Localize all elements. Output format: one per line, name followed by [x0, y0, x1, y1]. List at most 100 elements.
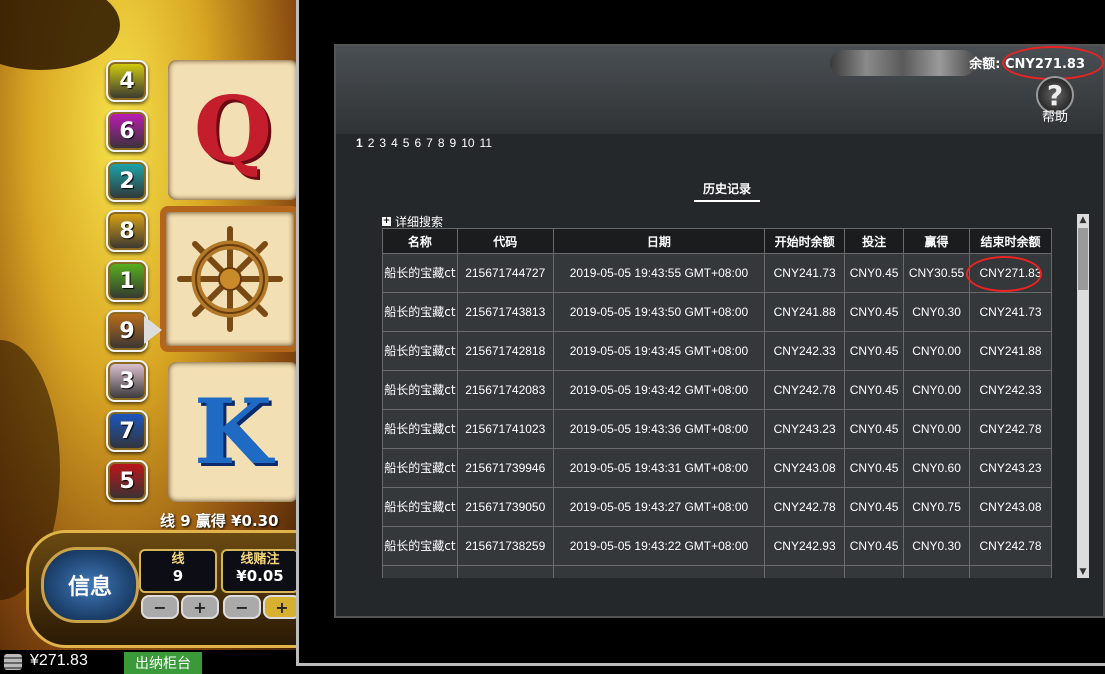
help-label[interactable]: 帮助: [1042, 106, 1068, 125]
cashier-button[interactable]: 出纳柜台: [124, 652, 202, 674]
cell-win: CNY0.30: [903, 526, 971, 566]
column-header: 投注: [844, 228, 905, 254]
game-control-panel: 信息 线 9 线赌注 ¥0.05 − + − +: [26, 530, 322, 648]
page-link[interactable]: 3: [379, 136, 386, 150]
cell-date: 2019-05-05 19:43:27 GMT+08:00: [552, 487, 766, 527]
cell-end: CNY241.73: [969, 292, 1052, 332]
expand-plus-icon[interactable]: +: [382, 217, 391, 226]
ship-wheel-icon: [177, 226, 283, 332]
cell-date: 2019-05-05 19:43:55 GMT+08:00: [552, 253, 766, 293]
cell-end: CNY242.78: [969, 526, 1052, 566]
scroll-up-icon[interactable]: ▲: [1077, 214, 1089, 226]
cell-end: CNY243.08: [969, 487, 1052, 527]
cell-code: 215671738259: [456, 526, 554, 566]
table-row: 船长的宝藏ct 215671741023 2019-05-05 19:43:36 G…: [382, 409, 1052, 449]
column-header: 赢得: [903, 228, 971, 254]
cell-win: CNY0.00: [903, 331, 971, 371]
cell-start: CNY241.88: [764, 292, 846, 332]
table-row: 船长的宝藏ct 215671738259 2019-05-05 19:43:22 G…: [382, 526, 1052, 566]
cell-start: [764, 565, 846, 578]
cell-start: CNY242.78: [764, 487, 846, 527]
cell-date: 2019-05-05 19:43:36 GMT+08:00: [552, 409, 766, 449]
cell-name: 船长的宝藏ct: [382, 409, 458, 449]
history-header: 余额: CNY271.83 ? 帮助: [336, 46, 1104, 134]
symbol-q: Q: [193, 77, 273, 183]
cell-win: CNY30.55: [903, 253, 971, 293]
scrollbar-thumb[interactable]: [1078, 228, 1088, 290]
payline-button[interactable]: 5: [106, 460, 148, 502]
cell-code: 215671744727: [456, 253, 554, 293]
page-link[interactable]: 1: [356, 136, 363, 150]
scroll-down-icon[interactable]: ▼: [1077, 566, 1089, 578]
column-header: 名称: [382, 228, 458, 254]
cell-win: CNY0.30: [903, 292, 971, 332]
payline-button[interactable]: 1: [106, 260, 148, 302]
cell-bet: CNY0.45: [844, 331, 905, 371]
reel-symbol-q: Q: [168, 60, 298, 200]
reel-symbol-wheel: [160, 206, 300, 352]
table-row: 船长的宝藏ct 215671743813 2019-05-05 19:43:50 G…: [382, 292, 1052, 332]
payline-button[interactable]: 6: [106, 110, 148, 152]
cell-date: 2019-05-05 19:43:22 GMT+08:00: [552, 526, 766, 566]
lines-plus-button[interactable]: +: [181, 595, 219, 619]
payline-button[interactable]: 3: [106, 360, 148, 402]
table-row: 船长的宝藏ct 215671739050 2019-05-05 19:43:27 G…: [382, 487, 1052, 527]
symbol-k: K: [193, 379, 273, 485]
page-link[interactable]: 10: [461, 136, 474, 150]
cell-start: CNY242.33: [764, 331, 846, 371]
cell-end: CNY242.78: [969, 409, 1052, 449]
payline-button[interactable]: 2: [106, 160, 148, 202]
cell-start: CNY242.93: [764, 526, 846, 566]
page-link[interactable]: 8: [438, 136, 445, 150]
cell-win: CNY0.60: [903, 448, 971, 488]
cell-win: CNY0.00: [903, 409, 971, 449]
bottom-balance: ¥271.83: [30, 652, 88, 669]
cell-start: CNY242.78: [764, 370, 846, 410]
cell-win: [903, 565, 971, 578]
payline-button[interactable]: 4: [106, 60, 148, 102]
page-link[interactable]: 6: [414, 136, 421, 150]
cell-start: CNY241.73: [764, 253, 846, 293]
history-table-body: 船长的宝藏ct 215671744727 2019-05-05 19:43:55 G…: [382, 253, 1052, 578]
cell-bet: CNY0.45: [844, 448, 905, 488]
page-link[interactable]: 11: [480, 136, 492, 150]
cell-bet: CNY0.45: [844, 526, 905, 566]
cell-bet: [844, 565, 905, 578]
cell-end: [969, 565, 1052, 578]
cell-code: 215671742818: [456, 331, 554, 371]
cell-name: 船长的宝藏ct: [382, 331, 458, 371]
payline-button[interactable]: 8: [106, 210, 148, 252]
cell-bet: CNY0.45: [844, 487, 905, 527]
cell-code: [456, 565, 554, 578]
page-link[interactable]: 4: [391, 136, 398, 150]
cell-code: 215671739050: [456, 487, 554, 527]
cell-code: 215671741023: [456, 409, 554, 449]
cell-code: 215671739946: [456, 448, 554, 488]
cell-date: [552, 565, 766, 578]
page-link[interactable]: 2: [368, 136, 375, 150]
cell-bet: CNY0.45: [844, 370, 905, 410]
column-header: 代码: [456, 228, 554, 254]
cell-bet: CNY0.45: [844, 409, 905, 449]
payline-button[interactable]: 7: [106, 410, 148, 452]
cell-date: 2019-05-05 19:43:45 GMT+08:00: [552, 331, 766, 371]
cell-bet: CNY0.45: [844, 253, 905, 293]
tab-history[interactable]: 历史记录: [694, 180, 760, 202]
table-row: 船长的宝藏ct 215671744727 2019-05-05 19:43:55 G…: [382, 253, 1052, 293]
lines-minus-button[interactable]: −: [141, 595, 179, 619]
cell-win: CNY0.75: [903, 487, 971, 527]
page-link[interactable]: 9: [450, 136, 457, 150]
info-button[interactable]: 信息: [41, 547, 139, 623]
line-bet-label: 线赌注: [240, 552, 280, 567]
line-bet-minus-button[interactable]: −: [223, 595, 261, 619]
page-link[interactable]: 7: [426, 136, 433, 150]
cell-name: 船长的宝藏ct: [382, 565, 458, 578]
cell-name: 船长的宝藏ct: [382, 253, 458, 293]
cell-start: CNY243.23: [764, 409, 846, 449]
scrollbar[interactable]: ▲ ▼: [1077, 214, 1089, 578]
payline-button[interactable]: 9: [106, 310, 148, 352]
cell-code: 215671742083: [456, 370, 554, 410]
page-link[interactable]: 5: [403, 136, 410, 150]
cell-name: 船长的宝藏ct: [382, 370, 458, 410]
lines-label: 线: [171, 552, 185, 567]
